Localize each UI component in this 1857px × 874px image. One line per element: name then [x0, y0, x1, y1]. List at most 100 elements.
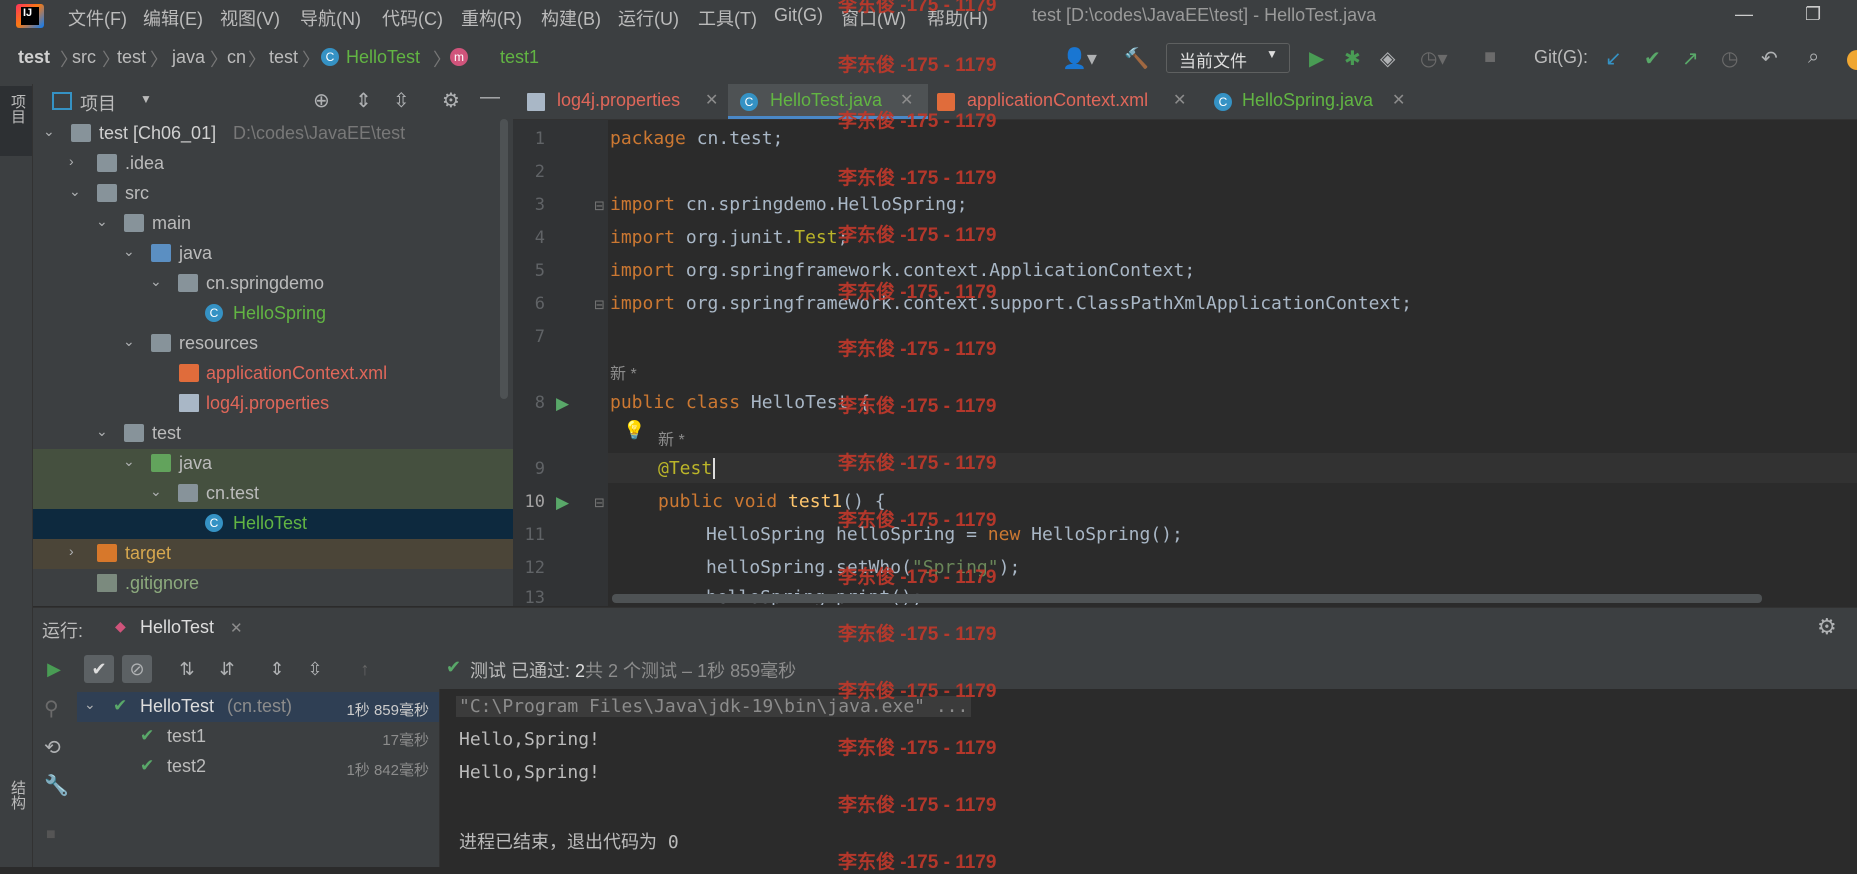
run-icon[interactable]: ▶ — [1309, 46, 1324, 71]
code-line[interactable]: package cn.test; — [610, 128, 783, 149]
lightbulb-icon[interactable]: 💡 — [623, 420, 645, 441]
tree-item[interactable]: C HelloSpring — [33, 299, 513, 329]
collapse-all-icon[interactable]: ⇳ — [300, 655, 330, 683]
project-panel-title[interactable]: 项目 — [80, 90, 116, 116]
chevron-down-icon[interactable]: ⌄ — [150, 483, 162, 500]
hide-panel-icon[interactable]: — — [480, 86, 500, 109]
breadcrumb-src[interactable]: src — [72, 47, 96, 68]
build-hammer-icon[interactable]: 🔨 — [1124, 46, 1149, 71]
toggle-auto-test-icon[interactable]: ⟲ — [44, 735, 61, 760]
editor-horizontal-scrollbar[interactable] — [612, 594, 1762, 603]
fold-icon[interactable]: ⊟ — [594, 297, 605, 313]
git-history-icon[interactable]: ◷ — [1721, 46, 1738, 71]
close-icon[interactable]: ✕ — [1173, 90, 1186, 110]
menu-refactor[interactable]: 重构(R) — [461, 5, 522, 31]
menu-git[interactable]: Git(G) — [774, 5, 823, 26]
close-icon[interactable]: ✕ — [1392, 90, 1405, 110]
chevron-down-icon[interactable]: ⌄ — [96, 423, 108, 440]
breadcrumb-method[interactable]: test1 — [500, 47, 539, 68]
tree-item[interactable]: › .idea — [33, 149, 513, 179]
git-push-icon[interactable]: ↗ — [1682, 46, 1699, 71]
test-case-row[interactable]: ✔ test1 17毫秒 — [77, 722, 439, 752]
stop-icon[interactable]: ■ — [1484, 46, 1496, 69]
project-tool-tab[interactable]: 项目 — [0, 86, 32, 156]
run-gutter-icon[interactable]: ▶ — [556, 493, 569, 513]
menu-build[interactable]: 构建(B) — [541, 5, 601, 31]
breadcrumb-test-pkg[interactable]: test — [269, 47, 298, 68]
gear-icon[interactable]: ⚙ — [442, 88, 460, 113]
minimize-icon[interactable]: — — [1735, 4, 1753, 25]
tab-log4j-properties[interactable]: log4j.properties ✕ — [525, 84, 725, 119]
breadcrumb-class[interactable]: HelloTest — [346, 47, 420, 68]
chevron-down-icon[interactable]: ⌄ — [96, 213, 108, 230]
user-icon[interactable]: 👤▾ — [1062, 46, 1097, 71]
code-line-current[interactable]: @Test — [658, 458, 716, 479]
menu-file[interactable]: 文件(F) — [68, 5, 127, 31]
search-icon[interactable]: ⌕ — [1808, 46, 1819, 69]
tree-item[interactable]: › target — [33, 539, 513, 569]
structure-tab-label[interactable]: 结构 — [7, 780, 28, 810]
tree-item-selected[interactable]: C HelloTest — [33, 509, 513, 539]
menu-run[interactable]: 运行(U) — [618, 5, 679, 31]
menu-code[interactable]: 代码(C) — [382, 5, 443, 31]
git-commit-icon[interactable]: ✔ — [1644, 46, 1661, 71]
test-case-row[interactable]: ✔ test2 1秒 842毫秒 — [77, 752, 439, 782]
tree-item[interactable]: ⌄ cn.springdemo — [33, 269, 513, 299]
code-line[interactable]: import cn.springdemo.HelloSpring; — [610, 194, 968, 215]
intellij-logo-icon[interactable]: IJ — [16, 4, 44, 28]
restore-icon[interactable]: ❐ — [1805, 4, 1821, 25]
run-tab-label[interactable]: HelloTest — [140, 617, 214, 638]
profile-icon[interactable]: ◷▾ — [1420, 46, 1448, 71]
tab-hellospring-java[interactable]: C HelloSpring.java ✕ — [1212, 84, 1412, 119]
close-icon[interactable]: ✕ — [705, 90, 718, 110]
tree-item[interactable]: ⌄ cn.test — [33, 479, 513, 509]
breadcrumb-project[interactable]: test — [18, 47, 50, 68]
chevron-down-icon[interactable]: ⌄ — [69, 183, 81, 200]
code-line[interactable]: import org.junit.Test; — [610, 227, 848, 248]
tree-item[interactable]: ⌄ resources — [33, 329, 513, 359]
expand-all-icon[interactable]: ⇕ — [355, 88, 372, 113]
pin-icon[interactable]: ⚲ — [44, 696, 59, 721]
tree-item[interactable]: ⌄ src — [33, 179, 513, 209]
tree-item[interactable]: ⌄ java — [33, 239, 513, 269]
tree-item[interactable]: log4j.properties — [33, 389, 513, 419]
stop-icon[interactable]: ■ — [46, 826, 56, 844]
menu-view[interactable]: 视图(V) — [220, 5, 280, 31]
wrench-icon[interactable]: 🔧 — [44, 773, 69, 798]
run-gutter-icon[interactable]: ▶ — [556, 394, 569, 414]
tree-item[interactable]: .gitignore — [33, 569, 513, 599]
sort-alpha-icon[interactable]: ⇅ — [172, 655, 202, 683]
chevron-right-icon[interactable]: › — [69, 153, 74, 169]
fold-icon[interactable]: ⊟ — [594, 198, 605, 214]
chevron-down-icon[interactable]: ⌄ — [123, 243, 135, 260]
chevron-down-icon[interactable]: ⌄ — [123, 333, 135, 350]
chevron-down-icon[interactable]: ⌄ — [84, 696, 96, 713]
breadcrumb-test[interactable]: test — [117, 47, 146, 68]
breadcrumb-cn[interactable]: cn — [227, 47, 246, 68]
locate-icon[interactable]: ⊕ — [313, 88, 330, 113]
tree-item[interactable]: ⌄ java — [33, 449, 513, 479]
code-line[interactable]: import org.springframework.context.suppo… — [610, 293, 1412, 314]
chevron-down-icon[interactable]: ⌄ — [123, 453, 135, 470]
chevron-down-icon[interactable]: ⌄ — [43, 123, 55, 140]
sort-duration-icon[interactable]: ⇵ — [212, 655, 242, 683]
tree-item[interactable]: applicationContext.xml — [33, 359, 513, 389]
tree-item[interactable]: ⌄ test — [33, 419, 513, 449]
chevron-down-icon[interactable]: ▼ — [140, 92, 152, 106]
fold-icon[interactable]: ⊟ — [594, 495, 605, 511]
rerun-icon[interactable]: ▶ — [39, 655, 69, 683]
menu-tools[interactable]: 工具(T) — [698, 5, 757, 31]
debug-icon[interactable]: ✱ — [1344, 46, 1361, 71]
collapse-all-icon[interactable]: ⇳ — [393, 88, 410, 113]
gear-icon[interactable]: ⚙ — [1817, 614, 1837, 640]
test-suite-row[interactable]: ⌄ ✔ HelloTest (cn.test) 1秒 859毫秒 — [77, 692, 439, 722]
project-scrollbar[interactable] — [500, 119, 508, 399]
expand-all-icon[interactable]: ⇕ — [262, 655, 292, 683]
close-icon[interactable]: ✕ — [230, 619, 243, 637]
rollback-icon[interactable]: ↶ — [1761, 46, 1778, 71]
tree-item-root[interactable]: ⌄ test [Ch06_01] D:\codes\JavaEE\test — [33, 119, 513, 149]
breadcrumb-java[interactable]: java — [172, 47, 205, 68]
menu-edit[interactable]: 编辑(E) — [143, 5, 203, 31]
show-ignored-icon[interactable]: ⊘ — [122, 655, 152, 683]
chevron-down-icon[interactable]: ⌄ — [150, 273, 162, 290]
